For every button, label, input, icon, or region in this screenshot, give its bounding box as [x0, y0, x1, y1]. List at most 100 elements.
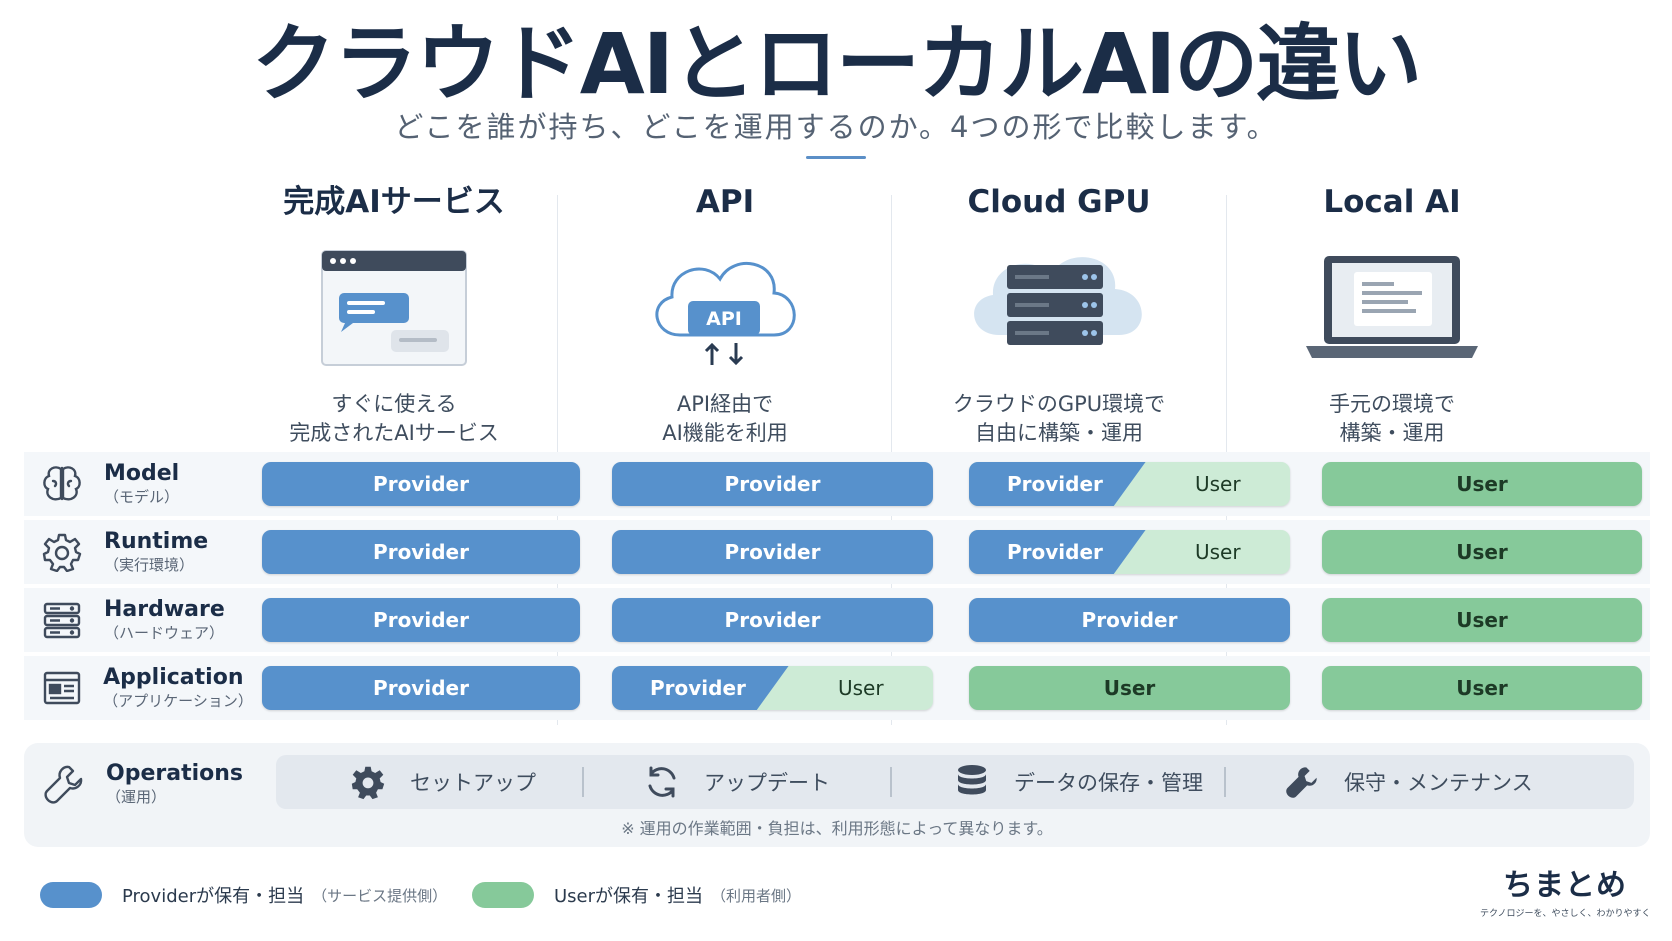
- column-title: API: [695, 184, 755, 220]
- brain-icon: [40, 462, 84, 506]
- ownership-pill-user: User: [969, 666, 1290, 710]
- column-desc-line: 完成されたAIサービス: [289, 421, 499, 445]
- provider-segment: Provider: [969, 530, 1146, 574]
- column-desc-line: API経由で: [676, 392, 774, 416]
- gear-icon: [348, 762, 388, 802]
- column-desc-line: クラウドのGPU環境で: [952, 392, 1166, 416]
- legend-sublabel: （サービス提供側）: [312, 886, 448, 905]
- row-label: Model: [104, 461, 180, 486]
- ops-item-label: アップデート: [704, 771, 830, 795]
- page-subtitle: どこを誰が持ち、どこを運用するのか。4つの形で比較します。: [394, 110, 1278, 144]
- provider-label: Provider: [724, 472, 821, 496]
- ownership-pill-user: User: [1322, 666, 1642, 710]
- ops-item-label: 保守・メンテナンス: [1344, 771, 1533, 795]
- provider-label: Provider: [650, 676, 746, 700]
- legend-provider: Providerが保有・担当 （サービス提供側）: [40, 882, 447, 908]
- user-label: User: [1456, 676, 1508, 700]
- ownership-pill-provider: Provider: [262, 462, 580, 506]
- column-title: Cloud GPU: [967, 184, 1151, 220]
- ops-item-data: データの保存・管理: [952, 755, 1203, 809]
- ownership-pill-split: Provider User: [969, 530, 1290, 574]
- provider-label: Provider: [373, 540, 469, 564]
- divider: [582, 767, 584, 797]
- column-api: API API API経由で AI機能を利用: [555, 178, 895, 448]
- cloud-server-icon: [889, 234, 1229, 382]
- wrench-icon: [1282, 762, 1322, 802]
- ops-item-maintenance: 保守・メンテナンス: [1282, 755, 1533, 809]
- server-icon: [40, 598, 84, 642]
- legend-user: Userが保有・担当 （利用者側）: [472, 882, 801, 908]
- wrench-icon: [42, 762, 86, 806]
- ops-item-setup: セットアップ: [348, 755, 536, 809]
- row-sublabel: （実行環境）: [104, 556, 195, 574]
- row-label: Runtime: [104, 529, 209, 554]
- row-label: Application: [103, 665, 244, 690]
- provider-label: Provider: [1081, 608, 1178, 632]
- row-label-hardware: Hardware （ハードウェア）: [24, 588, 250, 652]
- row-sublabel: （アプリケーション）: [103, 692, 253, 710]
- operations-panel: Operations （運用） セットアップ アップデート データの保存・管理 …: [24, 743, 1650, 847]
- operations-label: Operations: [106, 761, 243, 786]
- user-label: User: [1456, 540, 1508, 564]
- ops-item-label: データの保存・管理: [1014, 771, 1203, 795]
- app-window-icon: [40, 666, 83, 710]
- gear-icon: [40, 530, 84, 574]
- column-desc-line: 構築・運用: [1339, 421, 1445, 445]
- ownership-pill-split: Provider User: [612, 666, 933, 710]
- database-icon: [952, 762, 992, 802]
- brand-name: ちまとめ: [1503, 868, 1627, 903]
- row-sublabel: （モデル）: [104, 488, 180, 506]
- refresh-icon: [642, 762, 682, 802]
- user-segment: User: [1194, 472, 1241, 496]
- column-complete-ai-service: 完成AIサービス すぐに使える 完成されたAIサービス: [224, 178, 564, 448]
- row-label-application: Application （アプリケーション）: [24, 656, 253, 720]
- laptop-icon: [1222, 234, 1562, 382]
- legend-sublabel: （利用者側）: [711, 886, 802, 905]
- ops-item-update: アップデート: [642, 755, 830, 809]
- page-title: クラウドAIとローカルAIの違い: [251, 15, 1423, 113]
- column-cloud-gpu: Cloud GPU クラウドのGPU環境で 自由に構築・運用: [889, 178, 1229, 448]
- column-local-ai: Local AI 手元の環境で 構築・運用: [1222, 178, 1562, 448]
- operations-note: ※ 運用の作業範囲・負担は、利用形態によって異なります。: [621, 819, 1053, 838]
- row-label: Hardware: [104, 597, 225, 622]
- ownership-pill-provider: Provider: [612, 598, 933, 642]
- divider: [1224, 767, 1226, 797]
- column-desc-line: AI機能を利用: [662, 421, 788, 445]
- column-title: 完成AIサービス: [283, 184, 505, 220]
- ownership-pill-provider: Provider: [969, 598, 1290, 642]
- column-desc-line: すぐに使える: [331, 392, 457, 416]
- brand-logo: ちまとめ テクノロジーを、やさしく、わかりやすく: [1480, 860, 1650, 919]
- operations-sublabel: （運用）: [106, 788, 167, 806]
- provider-label: Provider: [1007, 472, 1103, 496]
- ownership-pill-user: User: [1322, 530, 1642, 574]
- api-cloud-icon: API: [555, 234, 895, 382]
- ownership-pill-split: Provider User: [969, 462, 1290, 506]
- legend-label: Providerが保有・担当: [122, 886, 305, 907]
- provider-label: Provider: [373, 676, 469, 700]
- provider-label: Provider: [724, 608, 821, 632]
- row-label-runtime: Runtime （実行環境）: [24, 520, 250, 584]
- column-desc-line: 手元の環境で: [1329, 392, 1455, 416]
- provider-label: Provider: [373, 608, 469, 632]
- user-label: User: [1456, 608, 1508, 632]
- ownership-pill-provider: Provider: [612, 530, 933, 574]
- provider-label: Provider: [1007, 540, 1103, 564]
- provider-label: Provider: [373, 472, 469, 496]
- ownership-pill-provider: Provider: [262, 666, 580, 710]
- provider-segment: Provider: [612, 666, 789, 710]
- ownership-pill-provider: Provider: [262, 598, 580, 642]
- api-badge-label: API: [706, 308, 742, 330]
- provider-segment: Provider: [969, 462, 1146, 506]
- ownership-pill-user: User: [1322, 462, 1642, 506]
- ops-item-label: セットアップ: [410, 771, 536, 795]
- brand-tagline: テクノロジーを、やさしく、わかりやすく: [1480, 909, 1651, 919]
- user-segment: User: [1194, 540, 1241, 564]
- user-segment: User: [837, 676, 884, 700]
- ownership-pill-provider: Provider: [612, 462, 933, 506]
- row-sublabel: （ハードウェア）: [104, 624, 225, 642]
- column-title: Local AI: [1323, 184, 1461, 220]
- column-desc-line: 自由に構築・運用: [975, 421, 1143, 445]
- ownership-pill-provider: Provider: [262, 530, 580, 574]
- title-underline: [806, 156, 866, 159]
- operations-bar: セットアップ アップデート データの保存・管理 保守・メンテナンス: [276, 755, 1634, 809]
